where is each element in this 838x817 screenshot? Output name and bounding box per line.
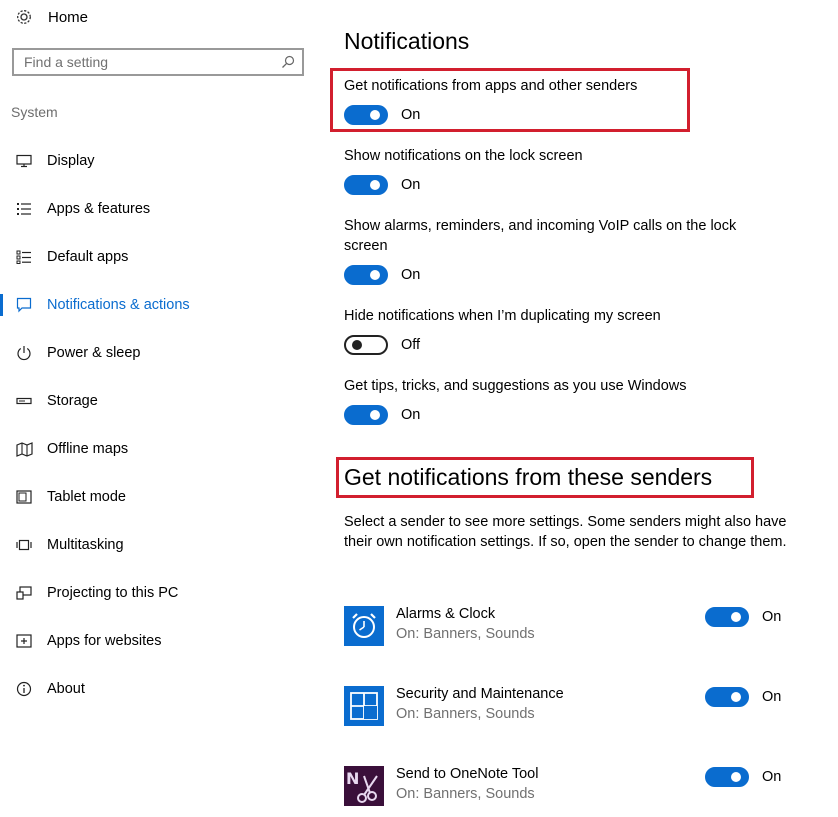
toggle-switch[interactable] [344, 335, 388, 355]
sender-send-to-onenote[interactable]: N Send to OneNote Tool On: Banners, Soun… [344, 766, 804, 810]
sidebar-item-label: Default apps [47, 249, 129, 265]
sender-status: On: Banners, Sounds [396, 786, 535, 802]
setting-label-alarms-lock-screen: Show alarms, reminders, and incoming VoI… [344, 218, 737, 254]
speech-bubble-icon [14, 296, 34, 314]
home-link[interactable]: Home [14, 6, 88, 28]
senders-description: Select a sender to see more settings. So… [344, 514, 787, 550]
section-label-system: System [11, 104, 58, 120]
onenote-tool-icon: N [344, 766, 384, 806]
sender-toggle[interactable]: On [705, 607, 781, 627]
list-icon [14, 200, 34, 218]
sender-name: Alarms & Clock [396, 606, 496, 622]
toggle-switch[interactable] [344, 105, 388, 125]
projecting-icon [14, 584, 34, 602]
sidebar-item-label: Projecting to this PC [47, 585, 179, 601]
sidebar-item-tablet-mode[interactable]: Tablet mode [0, 482, 320, 512]
toggle-switch[interactable] [344, 175, 388, 195]
toggle-state: On [401, 177, 421, 193]
sender-status: On: Banners, Sounds [396, 706, 535, 722]
sidebar-item-storage[interactable]: Storage [0, 386, 320, 416]
apps-websites-icon [14, 632, 34, 650]
setting-label-get-notifications: Get notifications from apps and other se… [344, 78, 638, 94]
default-apps-icon [14, 248, 34, 266]
sidebar-item-display[interactable]: Display [0, 146, 320, 176]
sender-security-maintenance[interactable]: Security and Maintenance On: Banners, So… [344, 686, 804, 730]
toggle-state: On [762, 689, 782, 705]
sidebar-item-apps-features[interactable]: Apps & features [0, 194, 320, 224]
sidebar-item-label: About [47, 681, 85, 697]
senders-heading: Get notifications from these senders [344, 464, 713, 490]
sidebar-item-label: Tablet mode [47, 489, 126, 505]
setting-label-hide-duplicating: Hide notifications when I’m duplicating … [344, 308, 661, 324]
sidebar-item-multitasking[interactable]: Multitasking [0, 530, 320, 560]
toggle-switch[interactable] [344, 405, 388, 425]
setting-label-lock-screen: Show notifications on the lock screen [344, 148, 583, 164]
setting-label-tips: Get tips, tricks, and suggestions as you… [344, 378, 687, 394]
toggle-state: On [401, 407, 421, 423]
sender-alarms-clock[interactable]: Alarms & Clock On: Banners, Sounds On [344, 606, 804, 650]
storage-icon [14, 392, 34, 410]
search-input[interactable] [14, 54, 274, 70]
monitor-icon [14, 152, 34, 170]
multitasking-icon [14, 536, 34, 554]
toggle-switch[interactable] [344, 265, 388, 285]
sender-toggle[interactable]: On [705, 767, 781, 787]
toggle-switch[interactable] [705, 687, 749, 707]
sender-name: Security and Maintenance [396, 686, 564, 702]
sender-toggle[interactable]: On [705, 687, 781, 707]
toggle-state: On [762, 769, 782, 785]
sidebar-item-label: Power & sleep [47, 345, 141, 361]
sidebar-item-offline-maps[interactable]: Offline maps [0, 434, 320, 464]
sidebar-item-label: Notifications & actions [47, 297, 190, 313]
toggle-switch[interactable] [705, 767, 749, 787]
toggle-state: On [401, 267, 421, 283]
tablet-icon [14, 488, 34, 506]
power-icon [14, 344, 34, 362]
toggle-get-notifications[interactable]: On [344, 104, 420, 126]
search-icon[interactable] [274, 55, 302, 69]
toggle-tips[interactable]: On [344, 404, 420, 426]
toggle-state: On [762, 609, 782, 625]
sidebar-item-notifications-actions[interactable]: Notifications & actions [0, 290, 320, 320]
sidebar-item-label: Multitasking [47, 537, 124, 553]
sidebar-item-power-sleep[interactable]: Power & sleep [0, 338, 320, 368]
toggle-state: On [401, 107, 421, 123]
toggle-alarms-lock-screen[interactable]: On [344, 264, 420, 286]
toggle-switch[interactable] [705, 607, 749, 627]
sidebar-item-apps-for-websites[interactable]: Apps for websites [0, 626, 320, 656]
search-box[interactable] [12, 48, 304, 76]
gear-icon [14, 7, 34, 27]
sidebar-item-label: Apps & features [47, 201, 151, 217]
security-maintenance-icon [344, 686, 384, 726]
toggle-lock-screen[interactable]: On [344, 174, 420, 196]
svg-text:N: N [346, 769, 359, 788]
sidebar-item-label: Offline maps [47, 441, 129, 457]
page-title: Notifications [344, 28, 470, 54]
map-icon [14, 440, 34, 458]
alarm-clock-icon [344, 606, 384, 646]
sender-status: On: Banners, Sounds [396, 626, 535, 642]
sidebar-item-about[interactable]: About [0, 674, 320, 704]
toggle-hide-duplicating[interactable]: Off [344, 334, 420, 356]
sidebar-item-label: Display [47, 153, 95, 169]
sender-name: Send to OneNote Tool [396, 766, 539, 782]
toggle-state: Off [401, 337, 421, 353]
sidebar-item-label: Apps for websites [47, 633, 162, 649]
sidebar-item-projecting[interactable]: Projecting to this PC [0, 578, 320, 608]
info-icon [14, 680, 34, 698]
home-label: Home [48, 8, 89, 26]
sidebar-item-label: Storage [47, 393, 98, 409]
sidebar-item-default-apps[interactable]: Default apps [0, 242, 320, 272]
